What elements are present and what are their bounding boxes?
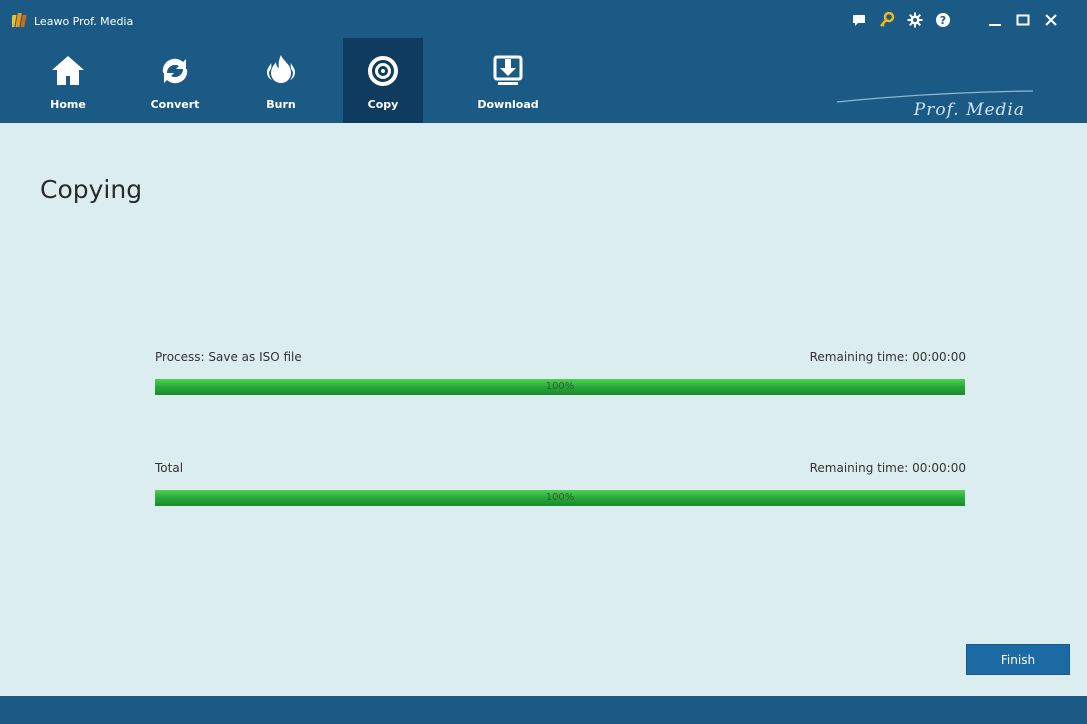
feedback-icon[interactable] bbox=[849, 10, 869, 30]
page-title: Copying bbox=[40, 175, 143, 204]
total-progress-text: 100% bbox=[545, 492, 575, 503]
close-icon[interactable] bbox=[1041, 10, 1061, 30]
tab-copy[interactable]: Copy bbox=[343, 38, 423, 123]
tab-convert[interactable]: Convert bbox=[135, 38, 215, 123]
maximize-icon[interactable] bbox=[1013, 10, 1033, 30]
total-label: Total bbox=[155, 461, 184, 475]
status-bar bbox=[0, 696, 1087, 724]
convert-icon bbox=[162, 58, 188, 84]
home-icon bbox=[52, 56, 84, 85]
minimize-icon[interactable] bbox=[985, 10, 1005, 30]
burn-icon bbox=[267, 55, 295, 83]
logo-icon bbox=[12, 13, 27, 27]
process-progress-text: 100% bbox=[545, 381, 575, 392]
tab-copy-label: Copy bbox=[367, 98, 399, 111]
tab-download[interactable]: Download bbox=[468, 38, 548, 123]
finish-button[interactable]: Finish bbox=[966, 644, 1070, 675]
total-progress-bar: 100% bbox=[155, 490, 965, 506]
total-remaining-time: Remaining time: 00:00:00 bbox=[809, 461, 966, 475]
key-icon[interactable] bbox=[877, 10, 897, 30]
process-remaining-time: Remaining time: 00:00:00 bbox=[809, 350, 966, 364]
tab-home[interactable]: Home bbox=[28, 38, 108, 123]
tab-convert-label: Convert bbox=[150, 98, 200, 111]
svg-text:?: ? bbox=[940, 14, 946, 27]
app-title: Leawo Prof. Media bbox=[34, 15, 134, 28]
tab-home-label: Home bbox=[50, 98, 86, 111]
nav-bar: Home Convert Burn Copy Download Prof. Me… bbox=[0, 38, 1087, 123]
tab-burn-label: Burn bbox=[266, 98, 296, 111]
process-progress-bar: 100% bbox=[155, 379, 965, 395]
title-bar: Leawo Prof. Media ? bbox=[0, 0, 1087, 38]
help-icon[interactable]: ? bbox=[933, 10, 953, 30]
download-icon bbox=[493, 55, 523, 85]
process-label: Process: Save as ISO file bbox=[155, 350, 302, 364]
tab-burn[interactable]: Burn bbox=[241, 38, 321, 123]
tab-download-label: Download bbox=[477, 98, 539, 111]
copy-icon bbox=[368, 56, 398, 86]
settings-icon[interactable] bbox=[905, 10, 925, 30]
brand-swoosh bbox=[836, 90, 1034, 103]
